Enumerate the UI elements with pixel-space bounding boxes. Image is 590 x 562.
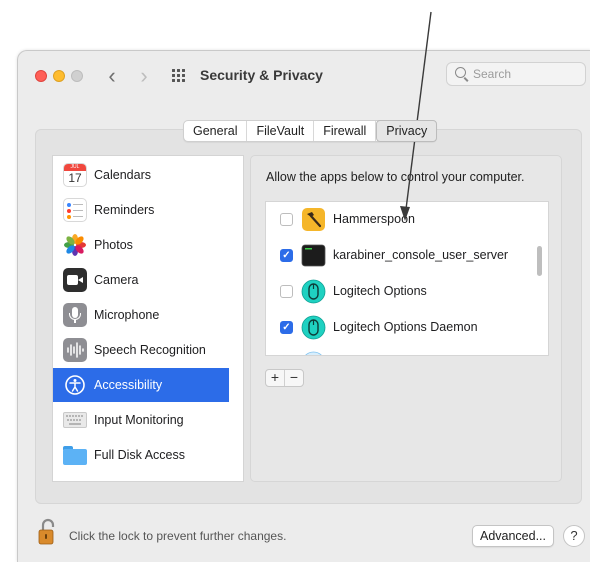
sidebar-item-label: Speech Recognition — [94, 343, 206, 357]
keyboard-icon — [63, 412, 87, 428]
calendar-icon: JUL 17 — [63, 163, 87, 187]
sidebar-item-label: Accessibility — [94, 378, 163, 392]
app-name: Logitech Options — [333, 284, 427, 298]
show-all-grid-icon[interactable] — [172, 69, 188, 83]
app-name: Hammerspoon — [333, 212, 415, 226]
app-row-hammerspoon[interactable]: Hammerspoon — [266, 202, 536, 238]
app-icon-partial — [301, 351, 326, 355]
app-row-logitech-options-daemon[interactable]: ✓ Logitech Options Daemon — [266, 310, 536, 346]
terminal-icon — [301, 243, 326, 268]
app-name: Logitech Options Daemon — [333, 320, 478, 334]
app-row-partial — [266, 346, 536, 355]
zoom-window-button[interactable] — [71, 70, 83, 82]
app-checkbox[interactable] — [280, 213, 293, 226]
accessibility-apps-panel: Allow the apps below to control your com… — [250, 155, 562, 482]
search-placeholder: Search — [473, 67, 512, 81]
sidebar-item-microphone[interactable]: Microphone — [53, 298, 229, 332]
back-button[interactable]: ‹ — [102, 63, 122, 89]
logitech-mouse-icon — [301, 279, 326, 304]
add-app-button[interactable]: + — [266, 370, 285, 386]
sidebar-item-label: Calendars — [94, 168, 151, 182]
sidebar-item-reminders[interactable]: Reminders — [53, 193, 229, 227]
hammerspoon-icon — [301, 207, 326, 232]
security-privacy-window: ‹ › Security & Privacy Search General Fi… — [17, 50, 590, 562]
forward-button[interactable]: › — [134, 63, 154, 89]
sidebar-item-camera[interactable]: Camera — [53, 263, 229, 297]
accessibility-icon — [63, 373, 87, 397]
app-checkbox[interactable] — [280, 285, 293, 298]
logitech-mouse-icon — [301, 315, 326, 340]
sidebar-item-calendars[interactable]: JUL 17 Calendars — [53, 158, 229, 192]
app-row-logitech-options[interactable]: Logitech Options — [266, 274, 536, 310]
search-icon — [455, 67, 466, 78]
tab-general[interactable]: General — [184, 121, 248, 141]
sidebar-item-label: Microphone — [94, 308, 160, 322]
close-window-button[interactable] — [35, 70, 47, 82]
add-remove-control: + − — [265, 369, 304, 387]
microphone-icon — [63, 303, 87, 327]
app-checkbox[interactable]: ✓ — [280, 249, 293, 262]
help-button[interactable]: ? — [563, 525, 585, 547]
tab-privacy[interactable]: Privacy — [376, 120, 438, 142]
tab-filevault[interactable]: FileVault — [247, 121, 315, 141]
speech-recognition-icon — [63, 338, 87, 362]
search-field[interactable]: Search — [446, 62, 586, 86]
app-row-karabiner[interactable]: ✓ karabiner_console_user_server — [266, 238, 536, 274]
tab-bar: General FileVault Firewall Privacy — [183, 120, 438, 142]
tab-firewall[interactable]: Firewall — [314, 121, 377, 141]
advanced-button[interactable]: Advanced... — [472, 525, 554, 547]
apps-list-scrollbar[interactable] — [537, 246, 542, 276]
sidebar-item-label: Input Monitoring — [94, 413, 184, 427]
sidebar-item-label: Reminders — [94, 203, 155, 217]
camera-icon — [63, 268, 87, 292]
reminders-icon — [63, 198, 87, 222]
sidebar-item-photos[interactable]: Photos — [53, 228, 229, 262]
sidebar-item-label: Photos — [94, 238, 133, 252]
photos-icon — [63, 233, 87, 257]
lock-status-text: Click the lock to prevent further change… — [69, 529, 287, 543]
sidebar-item-label: Camera — [94, 273, 139, 287]
remove-app-button[interactable]: − — [285, 370, 303, 386]
sidebar-item-speech-recognition[interactable]: Speech Recognition — [53, 333, 229, 367]
app-name: karabiner_console_user_server — [333, 248, 509, 262]
lock-icon[interactable] — [37, 518, 59, 546]
allowed-apps-list[interactable]: Hammerspoon ✓ karabiner_console_user_ser… — [265, 201, 549, 356]
sidebar-item-accessibility[interactable]: Accessibility — [53, 368, 229, 402]
minimize-window-button[interactable] — [53, 70, 65, 82]
sidebar-item-input-monitoring[interactable]: Input Monitoring — [53, 403, 229, 437]
title-bar: ‹ › Security & Privacy Search — [18, 51, 590, 103]
app-checkbox[interactable]: ✓ — [280, 321, 293, 334]
privacy-category-list[interactable]: JUL 17 Calendars Reminders Photos Camera… — [52, 155, 244, 482]
window-title: Security & Privacy — [200, 67, 323, 83]
folder-icon — [63, 443, 87, 467]
panel-description: Allow the apps below to control your com… — [266, 170, 525, 184]
sidebar-item-label: Full Disk Access — [94, 448, 185, 462]
sidebar-item-full-disk-access[interactable]: Full Disk Access — [53, 438, 229, 472]
